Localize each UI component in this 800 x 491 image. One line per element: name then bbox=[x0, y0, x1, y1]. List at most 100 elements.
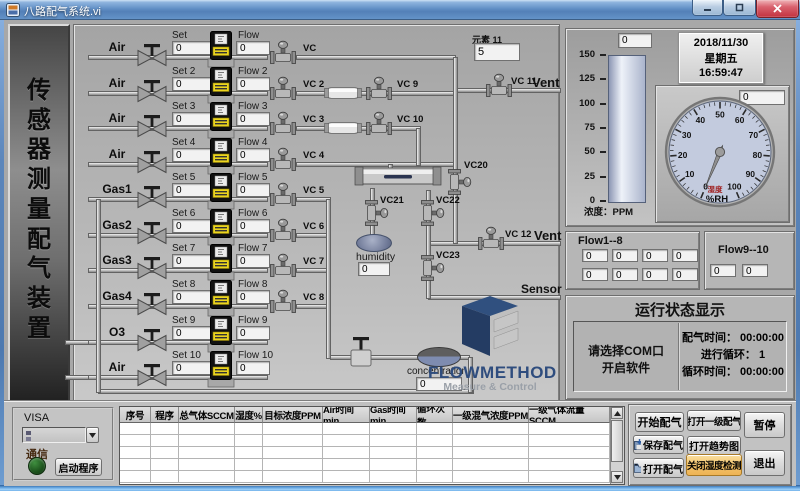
manual-valve-icon[interactable] bbox=[136, 41, 168, 67]
mfc-icon bbox=[206, 138, 236, 175]
table-cell[interactable] bbox=[235, 459, 263, 471]
table-cell[interactable] bbox=[529, 435, 610, 447]
table-cell[interactable] bbox=[179, 423, 235, 435]
table-cell[interactable] bbox=[263, 459, 323, 471]
table-cell[interactable] bbox=[151, 471, 179, 483]
manual-valve-icon[interactable] bbox=[136, 183, 168, 209]
table-cell[interactable] bbox=[263, 471, 323, 483]
manual-valve-icon[interactable] bbox=[346, 334, 376, 373]
manual-valve-icon[interactable] bbox=[136, 112, 168, 138]
table-cell[interactable] bbox=[120, 423, 151, 435]
vc-valve-icon[interactable] bbox=[270, 182, 296, 206]
table-cell[interactable] bbox=[235, 435, 263, 447]
vc-valve-icon[interactable] bbox=[270, 76, 296, 100]
table-cell[interactable] bbox=[263, 447, 323, 459]
table-header: 目标浓度PPM bbox=[263, 407, 323, 423]
mfc-icon bbox=[206, 31, 236, 68]
vc-valve-icon[interactable] bbox=[270, 147, 296, 171]
channel-gas-label: Air bbox=[96, 76, 138, 90]
flow-display: 0 bbox=[236, 219, 270, 233]
flow-label: Flow 8 bbox=[238, 279, 267, 290]
table-cell[interactable] bbox=[151, 435, 179, 447]
manual-valve-icon[interactable] bbox=[136, 219, 168, 245]
vc-valve-icon[interactable] bbox=[270, 218, 296, 242]
table-cell[interactable] bbox=[179, 459, 235, 471]
manual-valve-icon[interactable] bbox=[136, 326, 168, 352]
tank-tick-label: 150 bbox=[566, 49, 595, 60]
table-cell[interactable] bbox=[151, 459, 179, 471]
table-cell[interactable] bbox=[151, 423, 179, 435]
table-cell[interactable] bbox=[120, 459, 151, 471]
element11-input[interactable]: 5 bbox=[474, 43, 520, 61]
table-cell[interactable] bbox=[453, 435, 529, 447]
flow-display: 0 bbox=[236, 326, 270, 340]
table-cell[interactable] bbox=[529, 471, 610, 483]
table-cell[interactable] bbox=[323, 423, 370, 435]
vc-valve-icon[interactable] bbox=[270, 40, 296, 64]
table-cell[interactable] bbox=[370, 423, 417, 435]
table-cell[interactable] bbox=[417, 447, 453, 459]
manual-valve-icon[interactable] bbox=[136, 290, 168, 316]
vc-valve-icon[interactable] bbox=[366, 76, 392, 100]
tank-tick-label: 50 bbox=[566, 146, 595, 157]
table-cell[interactable] bbox=[417, 459, 453, 471]
table-cell[interactable] bbox=[370, 459, 417, 471]
table-cell[interactable] bbox=[235, 471, 263, 483]
status-stat-value: 00:00:00 bbox=[737, 332, 784, 344]
flow-display: 0 bbox=[236, 77, 270, 91]
vc-valve-icon[interactable] bbox=[366, 111, 392, 135]
pipe bbox=[88, 340, 268, 345]
table-cell[interactable] bbox=[529, 459, 610, 471]
table-cell[interactable] bbox=[323, 447, 370, 459]
table-cell[interactable] bbox=[370, 447, 417, 459]
table-cell[interactable] bbox=[263, 423, 323, 435]
table-cell[interactable] bbox=[453, 423, 529, 435]
table-cell[interactable] bbox=[453, 471, 529, 483]
table-cell[interactable] bbox=[179, 471, 235, 483]
table-cell[interactable] bbox=[370, 435, 417, 447]
vc-valve-label: VC bbox=[303, 43, 316, 54]
table-cell[interactable] bbox=[323, 435, 370, 447]
manual-valve-icon[interactable] bbox=[136, 254, 168, 280]
mfc-icon bbox=[206, 351, 236, 388]
table-cell[interactable] bbox=[453, 459, 529, 471]
vc-valve-icon[interactable] bbox=[270, 289, 296, 313]
table-cell[interactable] bbox=[235, 447, 263, 459]
table-cell[interactable] bbox=[151, 447, 179, 459]
table-cell[interactable] bbox=[120, 471, 151, 483]
vc-valve-icon[interactable] bbox=[478, 226, 504, 250]
manual-valve-icon[interactable] bbox=[136, 361, 168, 387]
vc-valve-label: VC 10 bbox=[397, 114, 423, 125]
vc-valve-icon[interactable] bbox=[448, 169, 472, 195]
table-cell[interactable] bbox=[263, 435, 323, 447]
table-cell[interactable] bbox=[529, 423, 610, 435]
table-cell[interactable] bbox=[417, 435, 453, 447]
table-cell[interactable] bbox=[120, 447, 151, 459]
table-cell[interactable] bbox=[453, 447, 529, 459]
table-cell[interactable] bbox=[417, 471, 453, 483]
table-header: 序号 bbox=[120, 407, 151, 423]
vc-valve-label: VC 5 bbox=[303, 185, 324, 196]
mfc-icon bbox=[206, 280, 236, 317]
manual-valve-icon[interactable] bbox=[136, 77, 168, 103]
vc-valve-icon[interactable] bbox=[486, 73, 512, 97]
table-cell[interactable] bbox=[323, 459, 370, 471]
table-cell[interactable] bbox=[120, 435, 151, 447]
flow-display: 0 bbox=[612, 249, 638, 262]
table-cell[interactable] bbox=[529, 447, 610, 459]
table-cell[interactable] bbox=[323, 471, 370, 483]
channel-gas-label: O3 bbox=[96, 325, 138, 339]
flow-display: 0 bbox=[582, 268, 608, 281]
tank-tick-label: 25 bbox=[566, 171, 595, 182]
table-cell[interactable] bbox=[179, 447, 235, 459]
table-cell[interactable] bbox=[179, 435, 235, 447]
vc-valve-icon[interactable] bbox=[270, 111, 296, 135]
channel-gas-label: Gas1 bbox=[96, 182, 138, 196]
vc-valve-icon[interactable] bbox=[270, 253, 296, 277]
table-cell[interactable] bbox=[235, 423, 263, 435]
manual-valve-icon[interactable] bbox=[136, 148, 168, 174]
flow-label: Flow 5 bbox=[238, 172, 267, 183]
table-cell[interactable] bbox=[370, 471, 417, 483]
table-header: 湿度% bbox=[235, 407, 263, 423]
table-cell[interactable] bbox=[417, 423, 453, 435]
